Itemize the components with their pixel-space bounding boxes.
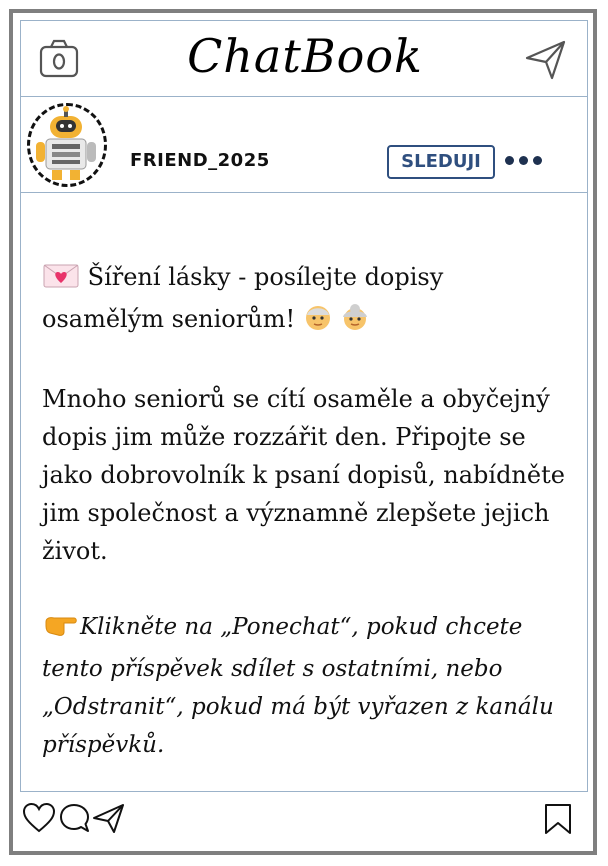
camera-icon[interactable] (38, 38, 80, 80)
post-headline-text: Šíření lásky - posílejte dopisy osamělým… (42, 263, 444, 333)
post-cta-paragraph: Klikněte na „Ponechat“, pokud chcete ten… (42, 608, 572, 764)
heart-icon[interactable] (22, 802, 56, 838)
post-cta-text: Klikněte na „Ponechat“, pokud chcete ten… (42, 614, 554, 758)
more-dots-icon[interactable] (505, 150, 553, 168)
avatar[interactable] (27, 103, 107, 187)
post-body-text: Mnoho seniorů se cítí osaměle a obyčejný… (42, 385, 565, 565)
post-header-divider (21, 192, 587, 193)
footer-divider (21, 791, 587, 792)
share-icon[interactable] (92, 802, 126, 838)
header-divider (21, 96, 587, 97)
comment-icon[interactable] (58, 802, 92, 838)
follow-button[interactable]: SLEDUJI (387, 145, 495, 179)
bookmark-icon[interactable] (542, 802, 574, 840)
love-letter-emoji (42, 262, 80, 300)
pointing-hand-emoji (42, 612, 80, 650)
post-content: Šíření lásky - posílejte dopisy osamělým… (42, 258, 572, 764)
paper-plane-icon[interactable] (524, 38, 568, 82)
app-logo-title: ChatBook (187, 29, 423, 83)
older-woman-emoji (340, 303, 370, 342)
post-headline-paragraph: Šíření lásky - posílejte dopisy osamělým… (42, 258, 572, 342)
post-author-username[interactable]: FRIEND_2025 (130, 150, 270, 171)
older-man-emoji (303, 303, 333, 342)
